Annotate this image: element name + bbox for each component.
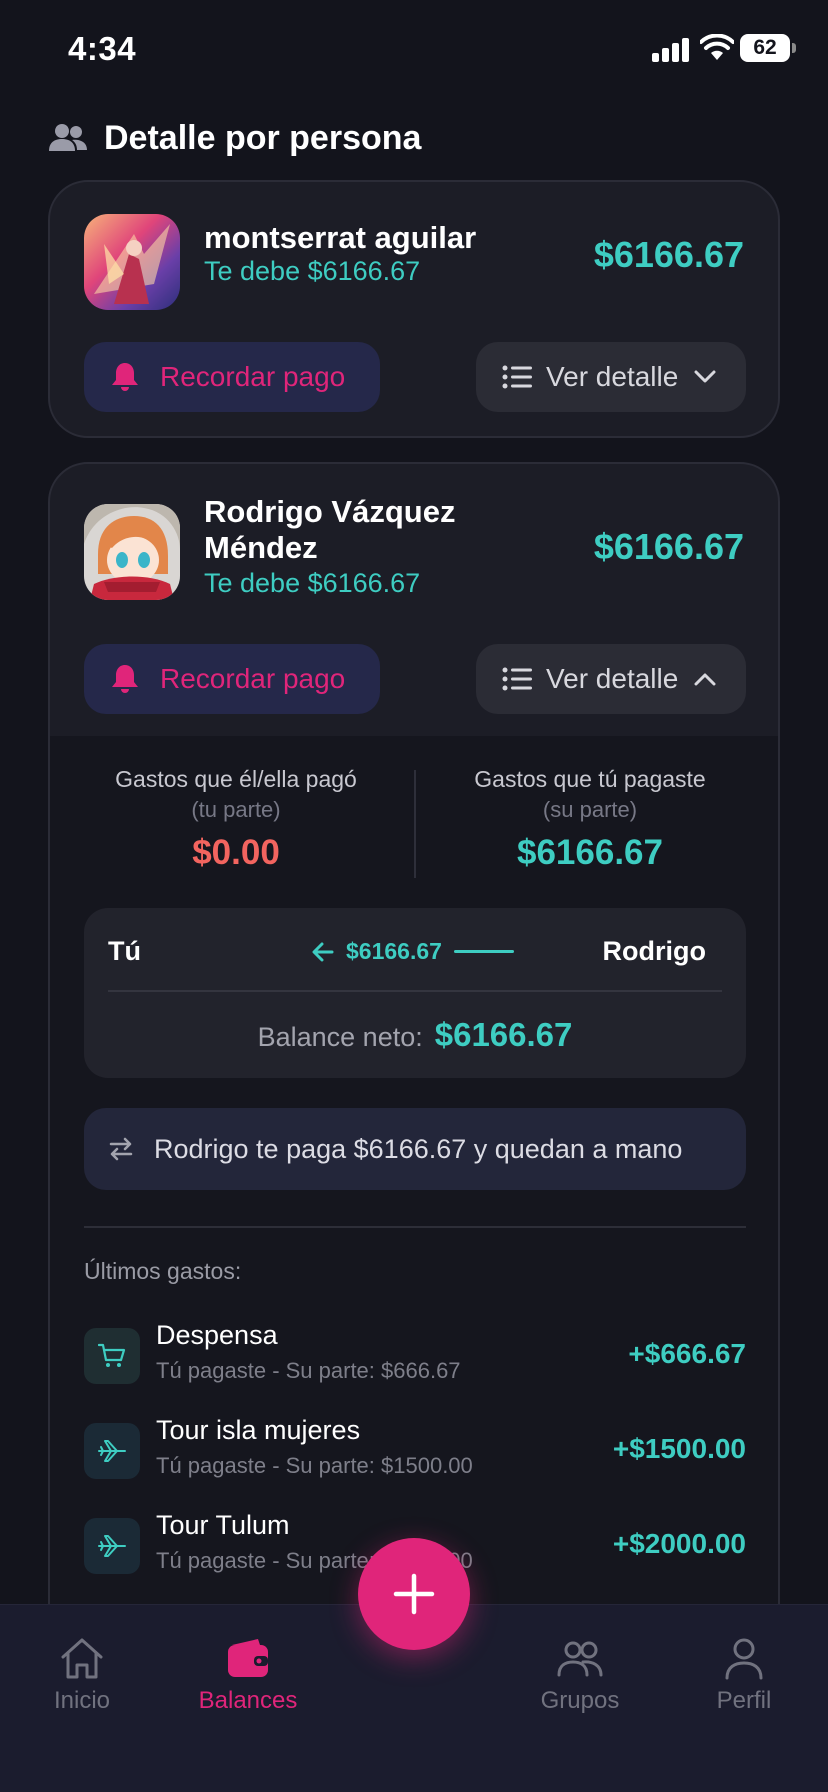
settle-text: Rodrigo te paga $6166.67 y quedan a mano <box>154 1133 683 1164</box>
expense-item[interactable]: Despensa Tú pagaste - Su parte: $666.67 … <box>84 1320 746 1400</box>
add-expense-button[interactable] <box>358 1538 470 1650</box>
paid-by-you-stat: Gastos que tú pagaste (su parte) $6166.6… <box>430 766 750 873</box>
divider <box>108 990 722 992</box>
person-name: montserrat aguilar <box>204 220 477 255</box>
remind-payment-label: Recordar pago <box>160 663 346 694</box>
battery-icon: 62 <box>740 34 790 62</box>
nav-label: Inicio <box>53 1687 111 1714</box>
expense-item[interactable]: Tour isla mujeres Tú pagaste - Su parte:… <box>84 1415 746 1495</box>
paid-by-you-label: Gastos que tú pagaste <box>474 766 706 792</box>
bell-icon <box>112 363 138 391</box>
chevron-up-icon <box>694 673 716 686</box>
view-detail-button[interactable]: Ver detalle <box>476 342 746 412</box>
nav-label: Balances <box>198 1687 298 1714</box>
swap-icon <box>109 1137 133 1161</box>
expense-name: Tour isla mujeres <box>156 1415 361 1445</box>
flow-you-label: Tú <box>108 936 141 966</box>
person-amount: $6166.67 <box>593 234 744 275</box>
section-title: Detalle por persona <box>104 118 422 157</box>
plus-icon <box>393 1573 435 1615</box>
group-icon <box>557 1641 603 1677</box>
bell-icon <box>112 665 138 693</box>
status-bar: 4:34 62 <box>0 0 828 100</box>
owes-text: Te debe $6166.67 <box>204 568 421 598</box>
paid-by-them-stat: Gastos que él/ella pagó (tu parte) $0.00 <box>76 766 396 873</box>
paid-by-them-sub: (tu parte) <box>191 797 281 822</box>
flow-amount: $6166.67 <box>346 938 442 964</box>
view-detail-label: Ver detalle <box>546 663 679 694</box>
expense-name: Tour Tulum <box>156 1510 290 1540</box>
expense-amount: +$2000.00 <box>612 1528 746 1559</box>
flow-other-label: Rodrigo <box>602 936 706 966</box>
expense-amount: +$1500.00 <box>612 1433 746 1464</box>
paid-by-you-value: $6166.67 <box>517 833 663 872</box>
view-detail-button[interactable]: Ver detalle <box>476 644 746 714</box>
plane-icon <box>84 1518 140 1574</box>
person-card: montserrat aguilar Te debe $6166.67 $616… <box>48 180 780 438</box>
nav-item-inicio[interactable]: Inicio <box>12 1635 152 1715</box>
flow-line <box>453 950 514 953</box>
divider <box>84 1226 746 1228</box>
nav-label: Perfil <box>716 1687 772 1714</box>
avatar[interactable] <box>84 504 180 600</box>
settle-suggestion: Rodrigo te paga $6166.67 y quedan a mano <box>84 1108 746 1190</box>
expense-sub: Tú pagaste - Su parte: $666.67 <box>156 1358 461 1383</box>
net-balance-value: $6166.67 <box>434 1016 573 1053</box>
remind-payment-button[interactable]: Recordar pago <box>84 644 380 714</box>
expense-name: Despensa <box>156 1320 278 1350</box>
person-name-line1: Rodrigo Vázquez <box>204 494 456 529</box>
wallet-icon <box>228 1639 268 1677</box>
remind-payment-button[interactable]: Recordar pago <box>84 342 380 412</box>
recent-expenses-label: Últimos gastos: <box>84 1258 242 1284</box>
paid-by-you-sub: (su parte) <box>542 797 638 822</box>
cart-icon <box>84 1328 140 1384</box>
battery-cap <box>792 43 796 53</box>
list-icon <box>502 667 532 691</box>
stat-divider <box>414 770 416 878</box>
list-icon <box>502 365 532 389</box>
view-detail-label: Ver detalle <box>546 361 679 392</box>
net-balance-label: Balance neto: <box>257 1022 423 1052</box>
nav-item-balances[interactable]: Balances <box>178 1635 318 1715</box>
paid-by-them-label: Gastos que él/ella pagó <box>115 766 357 792</box>
avatar[interactable] <box>84 214 180 310</box>
wifi-icon <box>700 34 734 60</box>
expense-sub: Tú pagaste - Su parte: $1500.00 <box>156 1453 473 1478</box>
net-balance: Balance neto: $6166.67 <box>84 1016 746 1054</box>
owes-text: Te debe $6166.67 <box>204 256 421 286</box>
plane-icon <box>84 1423 140 1479</box>
nav-item-perfil[interactable]: Perfil <box>674 1635 814 1715</box>
flow-arrow: $6166.67 <box>312 938 514 965</box>
nav-item-grupos[interactable]: Grupos <box>510 1635 650 1715</box>
balance-flow-box: Tú $6166.67 Rodrigo Balance neto: $6166.6… <box>84 908 746 1078</box>
nav-label: Grupos <box>540 1687 620 1714</box>
section-header: Detalle por persona <box>48 116 421 160</box>
cellular-signal-icon <box>652 36 692 62</box>
person-amount: $6166.67 <box>593 526 744 567</box>
chevron-down-icon <box>694 370 716 383</box>
people-icon <box>49 124 87 151</box>
remind-payment-label: Recordar pago <box>160 361 346 392</box>
status-time: 4:34 <box>68 30 137 67</box>
home-icon <box>61 1638 103 1679</box>
expense-amount: +$666.67 <box>628 1338 746 1369</box>
person-name-line2: Méndez <box>204 530 318 565</box>
paid-by-them-value: $0.00 <box>192 833 280 872</box>
profile-icon <box>725 1638 763 1680</box>
arrow-left-icon <box>312 942 334 961</box>
